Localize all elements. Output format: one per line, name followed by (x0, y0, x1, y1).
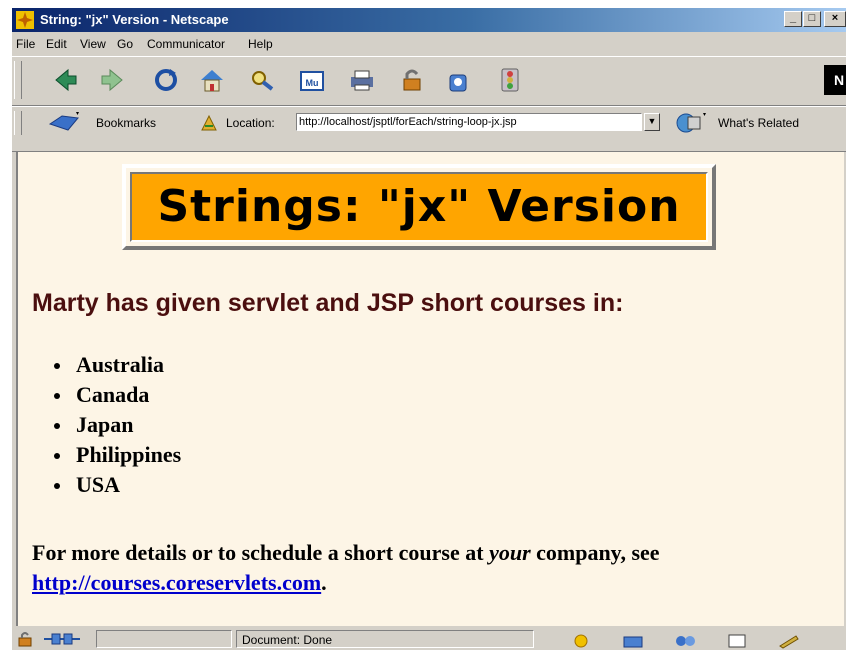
my-netscape-icon[interactable]: Mu (298, 67, 326, 93)
mail-icon[interactable] (618, 633, 648, 649)
progress-cell (96, 630, 232, 648)
page-content: Strings: "jx" Version Marty has given se… (16, 152, 844, 626)
navigation-toolbar: Mu N (12, 56, 846, 106)
security-icon[interactable] (398, 67, 426, 93)
whats-related-label[interactable]: What's Related (718, 116, 799, 130)
courses-link[interactable]: http://courses.coreservlets.com (32, 570, 321, 595)
toolbar-grip[interactable] (14, 61, 22, 99)
menu-go[interactable]: Go (117, 37, 133, 51)
forward-icon[interactable] (98, 67, 126, 93)
security-status-icon[interactable] (16, 631, 34, 647)
page-title: Strings: "jx" Version (157, 181, 681, 232)
stop-icon[interactable] (496, 67, 524, 93)
paragraph-emphasis: your (489, 540, 531, 565)
page-heading: Marty has given servlet and JSP short co… (32, 289, 624, 317)
location-icon[interactable] (200, 114, 218, 132)
menu-communicator[interactable]: Communicator (147, 37, 225, 51)
location-dropdown-button[interactable]: ▼ (644, 113, 660, 131)
address-book-icon[interactable] (722, 633, 752, 649)
search-icon[interactable] (248, 67, 276, 93)
page-title-box: Strings: "jx" Version (122, 164, 716, 250)
status-text: Document: Done (242, 633, 333, 647)
navigator-icon[interactable] (566, 633, 596, 649)
list-item: Japan (54, 410, 181, 440)
list-item: USA (54, 470, 181, 500)
list-item: Philippines (54, 440, 181, 470)
close-button[interactable]: × (824, 11, 846, 27)
menu-view[interactable]: View (80, 37, 106, 51)
list-item: Australia (54, 350, 181, 380)
maximize-button[interactable]: □ (803, 11, 821, 27)
component-bar (538, 630, 838, 649)
title-bar: String: "jx" Version - Netscape _ □ × (12, 8, 846, 32)
location-toolbar: Bookmarks Location: http://localhost/jsp… (12, 106, 846, 152)
netscape-app-icon (16, 11, 34, 29)
location-label: Location: (226, 116, 275, 130)
bookmarks-icon[interactable] (48, 110, 82, 134)
menu-edit[interactable]: Edit (46, 37, 67, 51)
list-item: Canada (54, 380, 181, 410)
shop-icon[interactable] (444, 67, 472, 93)
composer-icon[interactable] (774, 633, 804, 649)
details-paragraph: For more details or to schedule a short … (32, 538, 832, 598)
reload-icon[interactable] (152, 67, 180, 93)
paragraph-text-start: For more details or to schedule a short … (32, 540, 490, 565)
menu-bar: File Edit View Go Communicator Help (12, 34, 846, 54)
minimize-button[interactable]: _ (784, 11, 802, 27)
menu-help[interactable]: Help (248, 37, 273, 51)
country-list: Australia Canada Japan Philippines USA (54, 350, 181, 500)
menu-file[interactable]: File (16, 37, 35, 51)
paragraph-text-mid: company, see (530, 540, 660, 565)
page-title-cell: Strings: "jx" Version (130, 172, 708, 242)
window-title: String: "jx" Version - Netscape (40, 12, 229, 27)
location-url-input[interactable]: http://localhost/jsptl/forEach/string-lo… (296, 113, 642, 131)
back-icon[interactable] (52, 67, 80, 93)
newsgroups-icon[interactable] (670, 633, 700, 649)
home-icon[interactable] (198, 67, 226, 93)
connection-status-icon (44, 633, 80, 645)
browser-window: String: "jx" Version - Netscape _ □ × Fi… (12, 8, 846, 650)
location-toolbar-grip[interactable] (14, 111, 22, 135)
netscape-logo[interactable]: N (824, 65, 846, 95)
status-bar: Document: Done (12, 628, 846, 650)
whats-related-icon[interactable] (672, 111, 708, 135)
svg-text:Mu: Mu (306, 78, 319, 88)
print-icon[interactable] (348, 67, 376, 93)
paragraph-text-end: . (321, 570, 327, 595)
bookmarks-label[interactable]: Bookmarks (96, 116, 156, 130)
